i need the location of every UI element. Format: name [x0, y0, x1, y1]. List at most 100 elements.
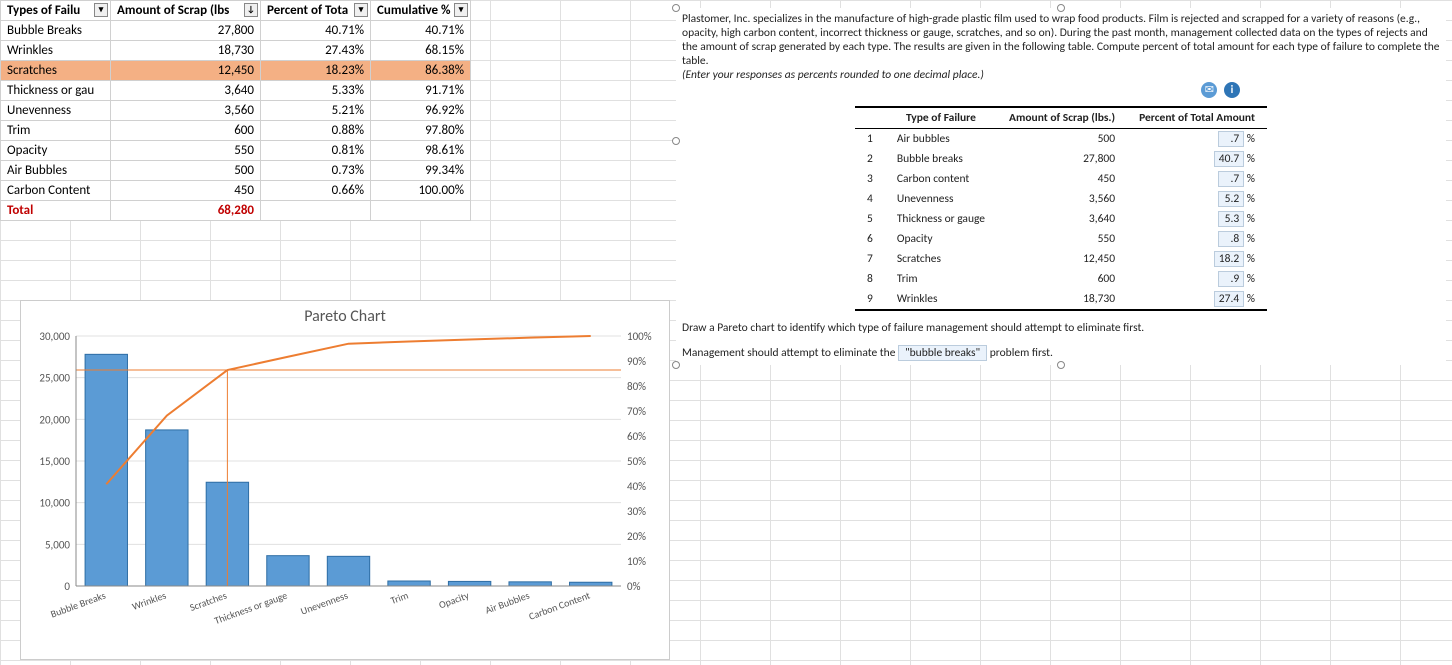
resize-handle[interactable] [1057, 4, 1065, 12]
row-percent: 27.4 % [1127, 289, 1267, 310]
cell-percent[interactable]: 40.71% [261, 21, 371, 41]
chart-bar[interactable] [570, 582, 612, 586]
cell-amount[interactable]: 550 [111, 141, 261, 161]
cell-amount[interactable]: 450 [111, 181, 261, 201]
total-row[interactable]: Total68,280 [1, 201, 471, 221]
svg-text:90%: 90% [627, 355, 646, 368]
cell-cumulative[interactable]: 97.80% [371, 121, 471, 141]
cell-percent[interactable]: 0.81% [261, 141, 371, 161]
col-header[interactable]: Types of Failu▾ [1, 1, 111, 21]
svg-text:15,000: 15,000 [39, 455, 70, 468]
col-header[interactable]: Percent of Tota▾ [261, 1, 371, 21]
row-amount: 27,800 [997, 149, 1127, 169]
cell-cumulative[interactable]: 99.34% [371, 161, 471, 181]
cell-cumulative[interactable]: 86.38% [371, 61, 471, 81]
col-header[interactable]: Cumulative %▾ [371, 1, 471, 21]
cell-type[interactable]: Scratches [1, 61, 111, 81]
table-row[interactable]: Carbon Content 450 0.66% 100.00% [1, 181, 471, 201]
cell-percent[interactable]: 18.23% [261, 61, 371, 81]
cell-amount[interactable]: 600 [111, 121, 261, 141]
answer-input[interactable]: "bubble breaks" [898, 345, 987, 361]
cell-cumulative[interactable]: 91.71% [371, 81, 471, 101]
percent-input[interactable]: .8 [1218, 231, 1244, 247]
cell-cumulative[interactable]: 68.15% [371, 41, 471, 61]
col-amount: Amount of Scrap (lbs.) [997, 107, 1127, 129]
cell-percent[interactable]: 0.73% [261, 161, 371, 181]
cell-type[interactable]: Unevenness [1, 101, 111, 121]
pareto-chart[interactable]: Pareto Chart 05,00010,00015,00020,00025,… [20, 300, 670, 660]
row-amount: 18,730 [997, 289, 1127, 310]
percent-input[interactable]: .9 [1218, 271, 1244, 287]
percent-input[interactable]: .7 [1218, 171, 1244, 187]
row-type: Trim [885, 269, 997, 289]
cell-cumulative[interactable]: 40.71% [371, 21, 471, 41]
filter-dropdown-icon[interactable]: ▾ [354, 3, 368, 17]
cell-percent[interactable]: 0.88% [261, 121, 371, 141]
svg-text:40%: 40% [627, 480, 646, 493]
percent-input[interactable]: 18.2 [1214, 251, 1244, 267]
percent-input[interactable]: 5.3 [1218, 211, 1244, 227]
table-row[interactable]: Scratches 12,450 18.23% 86.38% [1, 61, 471, 81]
row-percent: 5.2 % [1127, 189, 1267, 209]
chat-icon[interactable]: ✉ [1201, 82, 1217, 98]
table-row[interactable]: Air Bubbles 500 0.73% 99.34% [1, 161, 471, 181]
row-type: Bubble breaks [885, 149, 997, 169]
cell-percent[interactable]: 5.21% [261, 101, 371, 121]
chart-bar[interactable] [327, 556, 369, 586]
row-amount: 12,450 [997, 249, 1127, 269]
filter-dropdown-icon[interactable]: ▾ [454, 3, 468, 17]
row-percent: 40.7 % [1127, 149, 1267, 169]
chart-bar[interactable] [85, 354, 127, 586]
cell-cumulative[interactable]: 96.92% [371, 101, 471, 121]
svg-text:60%: 60% [627, 430, 646, 443]
row-type: Carbon content [885, 169, 997, 189]
resize-handle[interactable] [672, 361, 680, 369]
table-row[interactable]: Wrinkles 18,730 27.43% 68.15% [1, 41, 471, 61]
chart-bar[interactable] [448, 581, 490, 586]
chart-bar[interactable] [388, 581, 430, 586]
cell-percent[interactable]: 5.33% [261, 81, 371, 101]
percent-input[interactable]: 27.4 [1214, 291, 1244, 307]
cell-amount[interactable]: 500 [111, 161, 261, 181]
table-row[interactable]: Trim 600 0.88% 97.80% [1, 121, 471, 141]
cell-percent[interactable]: 27.43% [261, 41, 371, 61]
resize-handle[interactable] [1057, 361, 1065, 369]
cell-type[interactable]: Air Bubbles [1, 161, 111, 181]
chart-bar[interactable] [146, 430, 188, 586]
table-row[interactable]: Thickness or gau 3,640 5.33% 91.71% [1, 81, 471, 101]
cell-amount[interactable]: 27,800 [111, 21, 261, 41]
cell-cumulative[interactable]: 98.61% [371, 141, 471, 161]
cell-cumulative[interactable]: 100.00% [371, 181, 471, 201]
answer-prefix: Management should attempt to eliminate t… [682, 346, 895, 360]
col-header[interactable]: Amount of Scrap (lbs↓ [111, 1, 261, 21]
cell-type[interactable]: Trim [1, 121, 111, 141]
cell-type[interactable]: Wrinkles [1, 41, 111, 61]
percent-input[interactable]: .7 [1218, 131, 1244, 147]
info-icon[interactable]: i [1224, 82, 1240, 98]
cell-type[interactable]: Carbon Content [1, 181, 111, 201]
svg-text:10,000: 10,000 [39, 497, 70, 510]
table-row[interactable]: Bubble Breaks 27,800 40.71% 40.71% [1, 21, 471, 41]
problem-table: Type of Failure Amount of Scrap (lbs.) P… [855, 106, 1267, 311]
chart-bar[interactable] [509, 582, 551, 586]
table-row[interactable]: Opacity 550 0.81% 98.61% [1, 141, 471, 161]
cell-percent[interactable]: 0.66% [261, 181, 371, 201]
cell-amount[interactable]: 12,450 [111, 61, 261, 81]
cell-amount[interactable]: 18,730 [111, 41, 261, 61]
percent-input[interactable]: 40.7 [1214, 151, 1244, 167]
cell-amount[interactable]: 3,640 [111, 81, 261, 101]
table-row[interactable]: Unevenness 3,560 5.21% 96.92% [1, 101, 471, 121]
filter-dropdown-icon[interactable]: ↓ [244, 3, 258, 17]
percent-input[interactable]: 5.2 [1218, 191, 1244, 207]
cell-type[interactable]: Thickness or gau [1, 81, 111, 101]
chart-bar[interactable] [267, 556, 309, 586]
filter-dropdown-icon[interactable]: ▾ [94, 3, 108, 17]
cell-type[interactable]: Bubble Breaks [1, 21, 111, 41]
row-percent: .8 % [1127, 229, 1267, 249]
resize-handle[interactable] [672, 137, 680, 145]
resize-handle[interactable] [672, 4, 680, 12]
problem-panel[interactable]: Plastomer, Inc. specializes in the manuf… [676, 8, 1446, 365]
table-row: 5 Thickness or gauge 3,640 5.3 % [855, 209, 1267, 229]
cell-type[interactable]: Opacity [1, 141, 111, 161]
cell-amount[interactable]: 3,560 [111, 101, 261, 121]
